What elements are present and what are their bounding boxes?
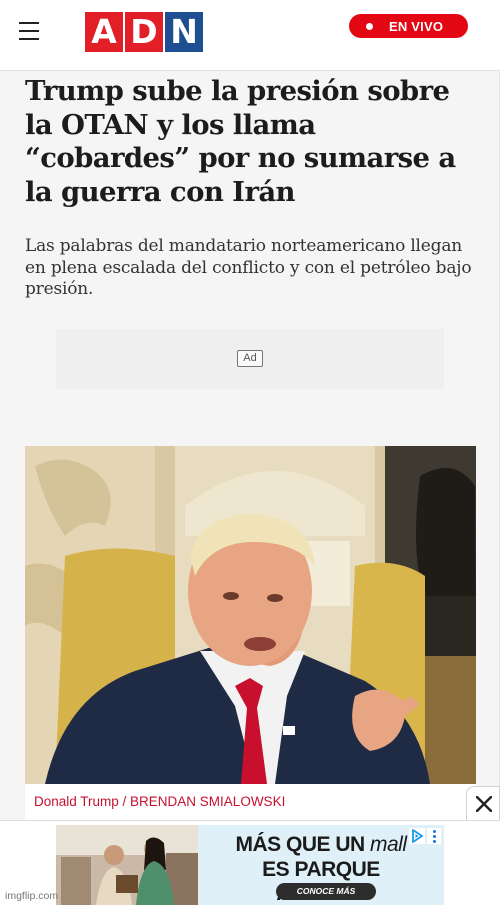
live-button-label: EN VIVO [389,18,444,34]
banner-cta-button[interactable]: CONOCE MÁS [276,883,376,900]
logo-letter-n: N [165,12,203,52]
menu-icon[interactable] [19,22,39,42]
live-button[interactable]: EN VIVO [349,14,468,38]
logo-letter-d: D [125,12,163,52]
ad-menu-icon[interactable] [427,828,441,844]
banner-line1-text: MÁS QUE UN [235,833,370,856]
close-ad-button[interactable] [466,786,500,820]
article-subtitle: Las palabras del mandatario norteamerica… [25,236,472,299]
article-photo[interactable] [25,446,476,784]
adchoices-icon[interactable] [409,828,425,844]
adchoices-triangle-icon [412,829,423,843]
adn-logo[interactable]: A D N [85,12,203,52]
photo-caption: Donald Trump / BRENDAN SMIALOWSKI [25,784,476,821]
bottom-ad-bar: MÁS QUE UN mall ES PARQUE ARAUCO CONOCE … [0,820,500,905]
article-content: Trump sube la presión sobre la OTAN y lo… [0,71,500,821]
banner-photo [56,825,198,905]
site-header: A D N EN VIVO [0,0,500,71]
parque-arauco-banner[interactable]: MÁS QUE UN mall ES PARQUE ARAUCO CONOCE … [56,825,444,905]
ad-tag: Ad [237,350,263,367]
article-headline: Trump sube la presión sobre la OTAN y lo… [25,75,456,208]
banner-line1-mall: mall [370,833,407,856]
logo-letter-a: A [85,12,123,52]
ad-slot[interactable]: Ad [56,329,444,389]
close-icon [476,796,492,812]
live-dot-icon [366,22,373,30]
watermark: imgflip.com [5,890,59,902]
photo-illustration [25,446,476,784]
banner-headline-line1: MÁS QUE UN mall [221,833,421,857]
